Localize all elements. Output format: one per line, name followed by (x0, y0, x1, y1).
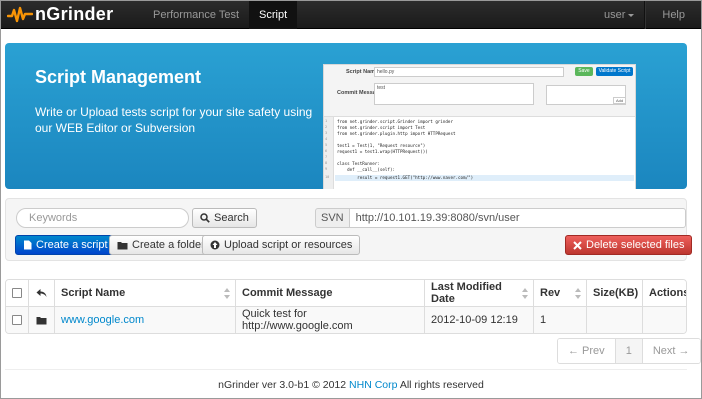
mock-validate-button: Validate Script (596, 67, 633, 76)
row-size (586, 307, 642, 333)
row-type (28, 307, 54, 333)
svn-address: SVN http://10.101.19.39:8080/svn/user (315, 208, 686, 228)
footer-rights: All rights reserved (399, 379, 484, 391)
create-folder-label: Create a folder (132, 239, 205, 251)
row-checkbox[interactable] (12, 315, 22, 325)
footer: nGrinder ver 3.0-b1 © 2012 NHN Corp All … (0, 379, 702, 391)
header-up[interactable] (28, 280, 54, 306)
code-line: from net.grinder.plugin.http import HTTP… (337, 131, 456, 136)
chevron-down-icon (628, 14, 635, 17)
upload-button[interactable]: Upload script or resources (202, 235, 361, 255)
script-toolbar: Keywords Search SVN http://10.101.19.39:… (5, 198, 693, 261)
delete-selected-button[interactable]: Delete selected files (565, 235, 693, 255)
next-page-button[interactable]: Next → (641, 339, 700, 363)
code-line: from net.grinder.script.Grinder import g… (337, 119, 453, 124)
footer-company-link[interactable]: NHN Corp (349, 379, 397, 391)
create-folder-button[interactable]: Create a folder (109, 235, 213, 255)
row-actions (642, 307, 686, 333)
banner-description: Write or Upload tests script for your si… (35, 105, 313, 135)
search-icon (200, 213, 210, 223)
user-menu[interactable]: user (594, 1, 646, 29)
brand-name: nGrinder (35, 4, 114, 24)
header-size[interactable]: Size(KB) (586, 280, 642, 306)
nav-help[interactable]: Help (645, 1, 701, 29)
create-script-button[interactable]: Create a script (15, 235, 116, 255)
sort-icon (224, 288, 230, 299)
user-name: user (603, 9, 626, 21)
footer-divider (5, 369, 687, 370)
page-1-button[interactable]: 1 (614, 339, 642, 363)
mock-script-name-field: hello.py (374, 67, 564, 77)
header-last-modified[interactable]: Last Modified Date (424, 280, 533, 306)
row-script-name[interactable]: www.google.com (54, 307, 235, 333)
mock-save-button: Save (575, 67, 593, 76)
upload-icon (210, 240, 220, 250)
code-line: from net.grinder.script import Test (337, 125, 426, 130)
header-rev[interactable]: Rev (533, 280, 586, 306)
delete-selected-label: Delete selected files (586, 239, 685, 251)
mock-commit-field: test (374, 83, 534, 105)
code-line: test1 = Test(1, "Request resource") (337, 143, 426, 148)
close-icon (573, 240, 582, 250)
code-line: request1 = test1.wrap(HTTPRequest()) (337, 149, 428, 154)
banner-title: Script Management (35, 67, 202, 87)
footer-version: nGrinder ver 3.0-b1 © 2012 (218, 379, 347, 391)
editor-preview-image: Script Name hello.py Save Validate Scrip… (323, 64, 636, 189)
search-button[interactable]: Search (192, 208, 257, 228)
header-actions: Actions (642, 280, 686, 306)
row-last-modified: 2012-10-09 12:19 (424, 307, 533, 333)
pulse-logo-icon (7, 6, 33, 22)
header-script-name[interactable]: Script Name (54, 280, 235, 306)
folder-icon (117, 241, 128, 249)
script-table: Script Name Commit Message Last Modified… (5, 279, 687, 334)
select-all-checkbox[interactable] (12, 288, 22, 298)
pagination: ← Prev 1 Next → (557, 338, 701, 364)
row-commit-message: Quick test for http://www.google.com (235, 307, 424, 333)
sort-icon (575, 288, 581, 299)
search-button-label: Search (214, 212, 249, 224)
create-script-label: Create a script (36, 239, 108, 251)
row-rev: 1 (533, 307, 586, 333)
svn-label: SVN (315, 208, 350, 228)
nav-performance-test[interactable]: Performance Test (143, 1, 249, 29)
sort-icon (522, 288, 528, 299)
code-line: result = request1.GET("http://www.naver.… (337, 175, 474, 180)
upload-label: Upload script or resources (224, 239, 353, 251)
hero-banner: Script Management Write or Upload tests … (5, 43, 687, 189)
header-commit-message: Commit Message (235, 280, 424, 306)
table-row[interactable]: www.google.com Quick test for http://www… (6, 307, 686, 333)
code-line: def __call__(self): (337, 167, 395, 172)
mock-code-editor: 1 2 3 4 5 6 7 8 9 10 from net.grinder.sc… (324, 116, 635, 189)
prev-page-button[interactable]: ← Prev (558, 339, 615, 363)
svn-url-field[interactable]: http://10.101.19.39:8080/svn/user (349, 208, 686, 228)
nav-script[interactable]: Script (249, 0, 298, 29)
code-line: class TestRunner: (337, 161, 380, 166)
folder-icon (36, 316, 47, 324)
script-link[interactable]: www.google.com (61, 314, 144, 326)
header-select-all[interactable] (6, 280, 28, 306)
row-select[interactable] (6, 307, 28, 333)
reply-arrow-icon (36, 289, 47, 297)
brand-logo[interactable]: nGrinder (1, 1, 143, 29)
top-navbar: nGrinder Performance Test Script user He… (1, 0, 701, 29)
mock-add-button: Add (613, 97, 626, 104)
search-input[interactable]: Keywords (16, 208, 189, 228)
table-header-row: Script Name Commit Message Last Modified… (6, 280, 686, 307)
file-icon (24, 240, 32, 250)
